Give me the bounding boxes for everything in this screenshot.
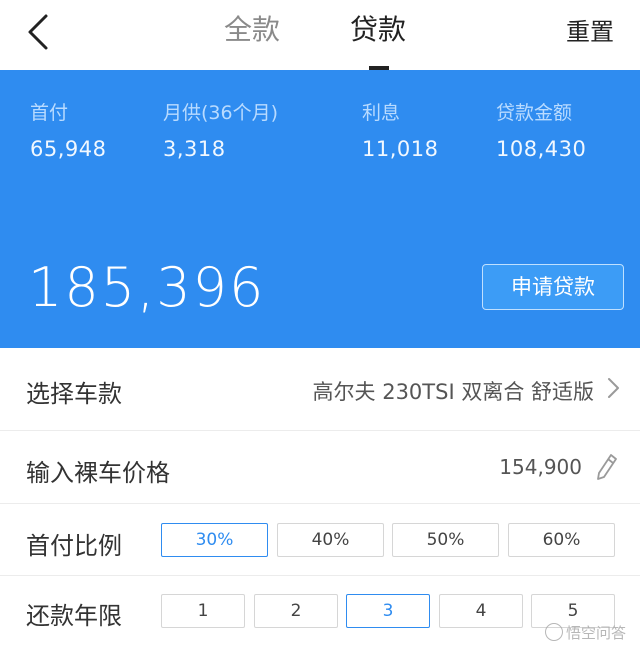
stat-label: 利息 (362, 102, 401, 124)
down-payment-option-50[interactable]: 50% (392, 523, 499, 557)
stat-label: 贷款金额 (496, 102, 573, 124)
stat-value: 108,430 (496, 137, 587, 161)
watermark: 悟空问答 (544, 622, 626, 643)
loan-term-option-2[interactable]: 2 (254, 594, 338, 628)
stat-value: 11,018 (362, 137, 439, 161)
loan-term-option-1[interactable]: 1 (161, 594, 245, 628)
top-navigation-bar: 全款 贷款 重置 (0, 0, 640, 70)
reset-button[interactable]: 重置 (566, 12, 614, 47)
bare-price-input[interactable]: 154,900 (499, 455, 582, 479)
total-cost: 185,396 (28, 256, 266, 319)
select-car-model-row[interactable]: 选择车款 高尔夫 230TSI 双离合 舒适版 (0, 348, 640, 431)
down-payment-ratio-row: 首付比例 30% 40% 50% 60% (0, 504, 640, 576)
loan-term-option-4[interactable]: 4 (439, 594, 523, 628)
car-model-value[interactable]: 高尔夫 230TSI 双离合 舒适版 (313, 376, 594, 406)
monthly-payment-stat: 月供(36个月) 3,318 (163, 98, 278, 161)
stat-label: 月供(36个月) (163, 102, 279, 124)
loan-summary-panel: 首付 65,948 月供(36个月) 3,318 利息 11,018 贷款金额 … (0, 70, 640, 348)
row-label: 选择车款 (26, 380, 122, 408)
pencil-icon[interactable] (594, 453, 618, 481)
stat-value: 3,318 (163, 137, 226, 161)
bare-price-row: 输入裸车价格 154,900 (0, 431, 640, 504)
stat-label: 首付 (30, 102, 69, 124)
chevron-right-icon[interactable] (604, 376, 622, 400)
down-payment-option-40[interactable]: 40% (277, 523, 384, 557)
tab-loan[interactable]: 贷款 (350, 8, 406, 48)
tab-full-payment[interactable]: 全款 (224, 8, 280, 48)
stat-value: 65,948 (30, 137, 107, 161)
row-label: 首付比例 (26, 532, 122, 560)
down-payment-option-30[interactable]: 30% (161, 523, 268, 557)
down-payment-option-60[interactable]: 60% (508, 523, 615, 557)
apply-loan-button[interactable]: 申请贷款 (482, 264, 624, 310)
watermark-logo-icon (544, 623, 563, 641)
row-label: 输入裸车价格 (26, 459, 170, 487)
down-payment-stat: 首付 65,948 (30, 98, 106, 161)
interest-stat: 利息 11,018 (362, 98, 438, 161)
loan-term-option-3[interactable]: 3 (346, 594, 430, 628)
watermark-text: 悟空问答 (565, 624, 626, 642)
row-label: 还款年限 (26, 602, 122, 630)
chevron-left-icon[interactable] (18, 10, 62, 54)
loan-amount-stat: 贷款金额 108,430 (496, 98, 586, 161)
